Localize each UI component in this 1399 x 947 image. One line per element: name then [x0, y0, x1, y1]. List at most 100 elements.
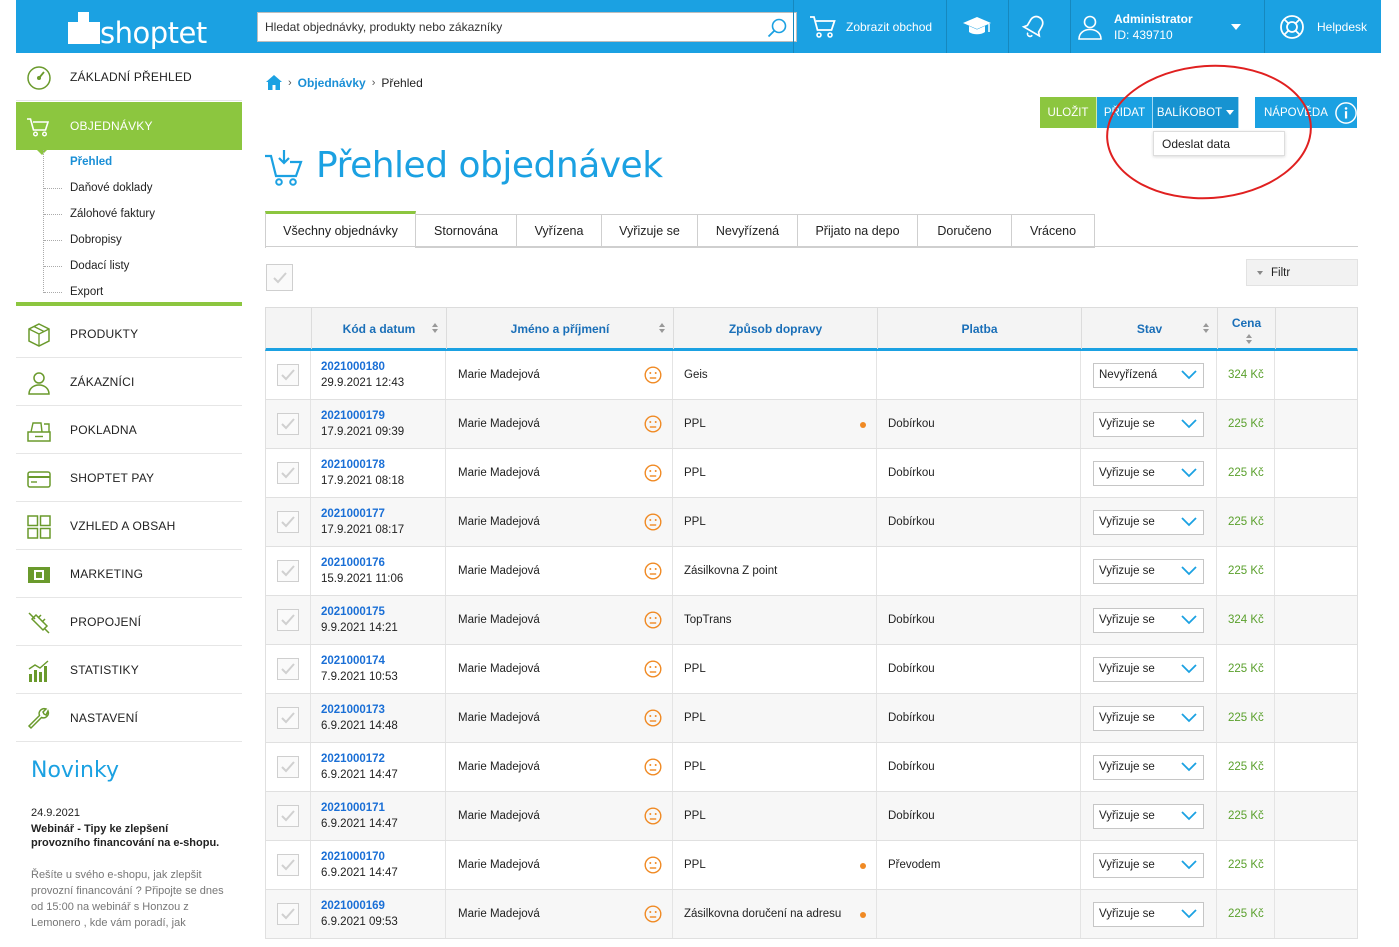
status-select[interactable]: Vyřizuje se — [1093, 853, 1204, 878]
order-code-link[interactable]: 2021000178 — [321, 459, 385, 471]
table-row[interactable]: 2021000176 15.9.2021 11:06 Marie Madejov… — [265, 547, 1358, 596]
table-row[interactable]: 2021000174 7.9.2021 10:53 Marie Madejová… — [265, 645, 1358, 694]
row-checkbox[interactable] — [277, 609, 299, 631]
order-code-link[interactable]: 2021000175 — [321, 606, 385, 618]
status-select[interactable]: Vyřizuje se — [1093, 461, 1204, 486]
order-code-link[interactable]: 2021000170 — [321, 851, 385, 863]
subnav-proforma-invoices[interactable]: Zálohové faktury — [70, 208, 155, 220]
tab-returned[interactable]: Vráceno — [1012, 214, 1095, 248]
table-row[interactable]: 2021000180 29.9.2021 12:43 Marie Madejov… — [265, 351, 1358, 400]
subnav-overview[interactable]: Přehled — [70, 156, 112, 168]
status-select[interactable]: Vyřizuje se — [1093, 657, 1204, 682]
customer-name[interactable]: Marie Madejová — [458, 761, 540, 773]
order-code-link[interactable]: 2021000174 — [321, 655, 385, 667]
status-select[interactable]: Vyřizuje se — [1093, 412, 1204, 437]
search-icon[interactable] — [766, 17, 788, 39]
customer-name[interactable]: Marie Madejová — [458, 614, 540, 626]
tab-in-progress[interactable]: Vyřizuje se — [602, 214, 698, 248]
table-row[interactable]: 2021000175 9.9.2021 14:21 Marie Madejová… — [265, 596, 1358, 645]
subnav-delivery-notes[interactable]: Dodací listy — [70, 260, 129, 272]
subnav-export[interactable]: Export — [70, 286, 103, 298]
sidebar-item-appearance[interactable]: VZHLED A OBSAH — [16, 502, 242, 550]
customer-name[interactable]: Marie Madejová — [458, 516, 540, 528]
row-checkbox[interactable] — [277, 462, 299, 484]
header-name[interactable]: Jméno a příjmení — [447, 308, 674, 349]
order-code-link[interactable]: 2021000173 — [321, 704, 385, 716]
customer-name[interactable]: Marie Madejová — [458, 467, 540, 479]
status-select[interactable]: Vyřizuje se — [1093, 902, 1204, 927]
order-code-link[interactable]: 2021000180 — [321, 361, 385, 373]
save-button[interactable]: ULOŽIT — [1040, 97, 1097, 128]
customer-name[interactable]: Marie Madejová — [458, 712, 540, 724]
customer-name[interactable]: Marie Madejová — [458, 663, 540, 675]
table-row[interactable]: 2021000172 6.9.2021 14:47 Marie Madejová… — [265, 743, 1358, 792]
status-select[interactable]: Vyřizuje se — [1093, 559, 1204, 584]
status-select[interactable]: Vyřizuje se — [1093, 608, 1204, 633]
customer-name[interactable]: Marie Madejová — [458, 565, 540, 577]
row-checkbox[interactable] — [277, 560, 299, 582]
sidebar-item-products[interactable]: PRODUKTY — [16, 310, 242, 358]
row-checkbox[interactable] — [277, 756, 299, 778]
sidebar-item-integrations[interactable]: PROPOJENÍ — [16, 598, 242, 646]
order-code-link[interactable]: 2021000176 — [321, 557, 385, 569]
admin-account-menu[interactable]: Administrator ID: 439710 — [1076, 0, 1251, 53]
customer-name[interactable]: Marie Madejová — [458, 859, 540, 871]
breadcrumb-orders-link[interactable]: Objednávky — [298, 76, 366, 90]
status-select[interactable]: Nevyřízená — [1093, 363, 1204, 388]
home-icon[interactable] — [266, 75, 282, 90]
order-code-link[interactable]: 2021000171 — [321, 802, 385, 814]
customer-name[interactable]: Marie Madejová — [458, 810, 540, 822]
row-checkbox[interactable] — [277, 805, 299, 827]
order-code-link[interactable]: 2021000172 — [321, 753, 385, 765]
status-select[interactable]: Vyřizuje se — [1093, 706, 1204, 731]
header-code-date[interactable]: Kód a datum — [312, 308, 447, 349]
sidebar-item-settings[interactable]: NASTAVENÍ — [16, 694, 242, 742]
tab-cancelled[interactable]: Stornována — [416, 214, 517, 248]
table-row[interactable]: 2021000173 6.9.2021 14:48 Marie Madejová… — [265, 694, 1358, 743]
status-select[interactable]: Vyřizuje se — [1093, 804, 1204, 829]
row-checkbox[interactable] — [277, 364, 299, 386]
row-checkbox[interactable] — [277, 658, 299, 680]
sidebar-item-dashboard[interactable]: ZÁKLADNÍ PŘEHLED — [16, 53, 242, 101]
table-row[interactable]: 2021000170 6.9.2021 14:47 Marie Madejová… — [265, 841, 1358, 890]
row-checkbox[interactable] — [277, 511, 299, 533]
news-headline[interactable]: Webinář - Tipy ke zlepšení provozního fi… — [31, 822, 221, 850]
row-checkbox[interactable] — [277, 707, 299, 729]
sidebar-item-marketing[interactable]: MARKETING — [16, 550, 242, 598]
table-row[interactable]: 2021000171 6.9.2021 14:47 Marie Madejová… — [265, 792, 1358, 841]
status-select[interactable]: Vyřizuje se — [1093, 755, 1204, 780]
table-row[interactable]: 2021000177 17.9.2021 08:17 Marie Madejov… — [265, 498, 1358, 547]
order-code-link[interactable]: 2021000177 — [321, 508, 385, 520]
sidebar-item-statistics[interactable]: STATISTIKY — [16, 646, 242, 694]
table-row[interactable]: 2021000179 17.9.2021 09:39 Marie Madejov… — [265, 400, 1358, 449]
helpdesk-button[interactable]: Helpdesk — [1279, 0, 1367, 53]
customer-name[interactable]: Marie Madejová — [458, 908, 540, 920]
table-row[interactable]: 2021000178 17.9.2021 08:18 Marie Madejov… — [265, 449, 1358, 498]
header-status[interactable]: Stav — [1082, 308, 1218, 349]
filter-toggle[interactable]: Filtr — [1246, 259, 1358, 286]
notifications-button[interactable] — [1021, 0, 1047, 53]
table-row[interactable]: 2021000169 6.9.2021 09:53 Marie Madejová… — [265, 890, 1358, 939]
sidebar-item-orders[interactable]: OBJEDNÁVKY — [16, 102, 242, 150]
tab-received-at-depot[interactable]: Přijato na depo — [798, 214, 918, 248]
header-price[interactable]: Cena — [1218, 308, 1276, 349]
sidebar-item-pos[interactable]: POKLADNA — [16, 406, 242, 454]
row-checkbox[interactable] — [277, 413, 299, 435]
sidebar-item-shoptet-pay[interactable]: SHOPTET PAY — [16, 454, 242, 502]
search-input[interactable] — [258, 13, 748, 41]
subnav-tax-documents[interactable]: Daňové doklady — [70, 182, 152, 194]
order-code-link[interactable]: 2021000169 — [321, 900, 385, 912]
order-code-link[interactable]: 2021000179 — [321, 410, 385, 422]
academy-button[interactable] — [961, 0, 993, 53]
tab-unprocessed[interactable]: Nevyřízená — [698, 214, 798, 248]
status-select[interactable]: Vyřizuje se — [1093, 510, 1204, 535]
tab-delivered[interactable]: Doručeno — [918, 214, 1012, 248]
shoptet-logo[interactable]: shoptet — [68, 12, 208, 50]
row-checkbox[interactable] — [277, 854, 299, 876]
customer-name[interactable]: Marie Madejová — [458, 369, 540, 381]
show-shop-button[interactable]: Zobrazit obchod — [808, 0, 932, 53]
subnav-credit-notes[interactable]: Dobropisy — [70, 234, 122, 246]
row-checkbox[interactable] — [277, 903, 299, 925]
tab-all-orders[interactable]: Všechny objednávky — [265, 211, 416, 248]
select-all-checkbox[interactable] — [266, 264, 293, 291]
